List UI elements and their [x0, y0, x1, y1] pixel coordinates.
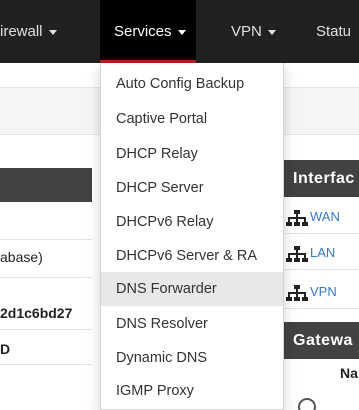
- menu-item-dynamic-dns[interactable]: Dynamic DNS: [101, 341, 283, 375]
- top-navbar: irewall Services VPN Statu: [0, 0, 359, 63]
- menu-item-captive-portal[interactable]: Captive Portal: [101, 102, 283, 136]
- menu-item-dhcpv6-relay[interactable]: DHCPv6 Relay: [101, 205, 283, 239]
- caret-down-icon: [177, 29, 186, 35]
- gateways-column-name: Na: [340, 365, 358, 381]
- info-row-hash: 2d1c6bd27: [0, 300, 92, 330]
- menu-item-dhcpv6-server-ra[interactable]: DHCPv6 Server & RA: [101, 239, 283, 273]
- services-dropdown-menu: Auto Config Backup Captive Portal DHCP R…: [100, 63, 284, 410]
- nav-firewall-menu[interactable]: irewall: [0, 0, 57, 63]
- nav-status-menu[interactable]: Statu: [316, 0, 351, 63]
- interface-link-vpn[interactable]: VPN: [310, 284, 337, 299]
- interfaces-panel-title: Interfac: [282, 160, 359, 197]
- nav-vpn-label: VPN: [231, 23, 262, 40]
- info-row-d: D: [0, 335, 92, 365]
- interface-row-wan[interactable]: WAN: [282, 200, 359, 234]
- menu-item-dns-resolver[interactable]: DNS Resolver: [101, 307, 283, 341]
- menu-item-auto-config-backup[interactable]: Auto Config Backup: [101, 67, 283, 101]
- interface-row-lan[interactable]: LAN: [282, 236, 359, 270]
- info-row: [0, 202, 92, 240]
- nav-firewall-label: irewall: [0, 23, 43, 40]
- nav-vpn-menu[interactable]: VPN: [231, 0, 276, 63]
- menu-item-igmp-proxy[interactable]: IGMP Proxy: [101, 374, 283, 408]
- menu-item-dhcp-server[interactable]: DHCP Server: [101, 171, 283, 205]
- nav-status-label: Statu: [316, 23, 352, 40]
- network-icon: [286, 245, 308, 262]
- caret-down-icon: [48, 29, 57, 35]
- interface-row-vpn[interactable]: VPN: [282, 275, 359, 309]
- nav-services-menu[interactable]: Services: [100, 0, 196, 63]
- info-row-database: abase): [0, 240, 92, 278]
- gateways-panel-title: Gatewa: [282, 322, 359, 359]
- menu-item-dhcp-relay[interactable]: DHCP Relay: [101, 137, 283, 171]
- menu-item-dns-forwarder[interactable]: DNS Forwarder: [101, 272, 283, 306]
- network-icon: [286, 284, 308, 301]
- interface-link-wan[interactable]: WAN: [310, 209, 340, 224]
- interface-link-lan[interactable]: LAN: [310, 245, 335, 260]
- status-circle-icon: [298, 398, 316, 410]
- nav-services-label: Services: [114, 23, 172, 40]
- caret-down-icon: [267, 29, 276, 35]
- system-info-panel-header: [0, 168, 92, 202]
- network-icon: [286, 209, 308, 226]
